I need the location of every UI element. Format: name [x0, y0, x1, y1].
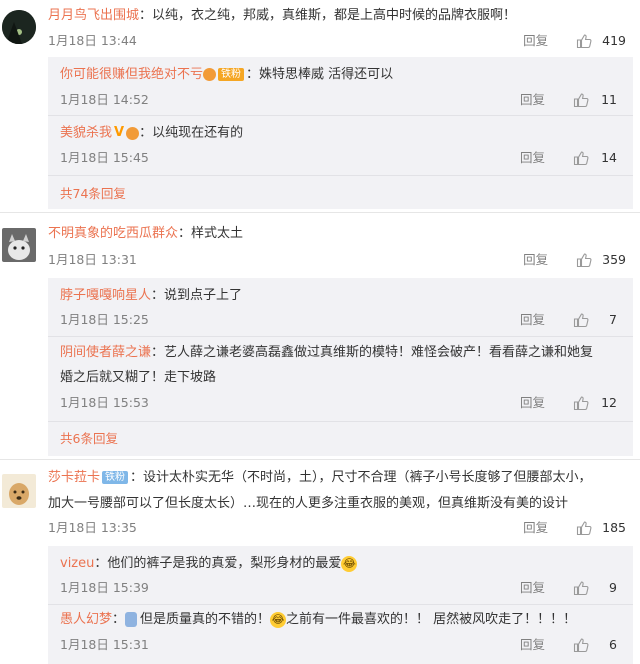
reply-username[interactable]: 愚人幻梦	[60, 612, 112, 627]
like-button[interactable]: 9	[573, 579, 617, 597]
reply-button[interactable]: 回复	[520, 311, 545, 329]
thumbs-up-icon	[573, 396, 589, 411]
comment-divider	[0, 459, 640, 460]
like-count: 6	[609, 637, 617, 652]
like-button[interactable]: 7	[573, 311, 617, 329]
reply-text-continued: 婚之后就又糊了！走下坡路	[60, 370, 217, 385]
reply-button[interactable]: 回复	[523, 519, 548, 537]
reply-username[interactable]: vizeu	[60, 556, 94, 571]
verified-v-icon: V	[114, 125, 125, 140]
comment-text: ：以纯，衣之纯，邦威，真维斯，都是上高中时候的品牌衣服啊！	[139, 8, 517, 23]
reply-time: 1月18日 14:52	[60, 92, 149, 107]
view-more-replies-link[interactable]: 共74条回复	[60, 185, 126, 203]
fan-badge: 铁粉	[218, 68, 245, 81]
like-button[interactable]: 419	[576, 32, 626, 50]
thumbs-up-icon	[573, 638, 589, 653]
reply-list: 脖子嘎嘎响星人：说到点子上了 1月18日 15:25 回复 7 阴间使者薛之谦：…	[48, 278, 633, 456]
comment-username[interactable]: 月月鸟飞出围城	[48, 8, 139, 23]
reply-time: 1月18日 15:31	[60, 637, 149, 652]
reply-button[interactable]: 回复	[520, 149, 545, 167]
reply-text: 但是质量真的不错的！	[140, 612, 271, 627]
reply-button[interactable]: 回复	[523, 32, 548, 50]
reply-username[interactable]: 脖子嘎嘎响星人	[60, 288, 151, 303]
like-button[interactable]: 6	[573, 636, 617, 654]
comment-divider	[0, 212, 640, 213]
comment-time: 1月18日 13:44	[48, 33, 137, 48]
comment-time: 1月18日 13:35	[48, 520, 137, 535]
thumbs-up-icon	[573, 151, 589, 166]
thumbs-up-icon	[573, 313, 589, 328]
reply-button[interactable]: 回复	[520, 91, 545, 109]
laughing-tears-emoji-icon: 😂	[270, 611, 287, 628]
reply-button[interactable]: 回复	[520, 394, 545, 412]
reply-time: 1月18日 15:45	[60, 150, 149, 165]
cat-avatar[interactable]	[2, 228, 36, 262]
like-count: 419	[602, 33, 626, 48]
reply-list: 你可能很赚但我绝对不亏 铁粉 ：姝特思棒威 活得还可以 1月18日 14:52 回复…	[48, 57, 633, 209]
view-more-replies-link[interactable]: 共6条回复	[60, 430, 118, 448]
like-count: 185	[602, 520, 626, 535]
reply-button[interactable]: 回复	[523, 251, 548, 269]
like-button[interactable]: 359	[576, 251, 626, 269]
like-button[interactable]: 12	[573, 394, 617, 412]
reply-divider	[48, 336, 633, 337]
like-button[interactable]: 11	[573, 91, 617, 109]
like-count: 12	[601, 395, 617, 410]
like-button[interactable]: 14	[573, 149, 617, 167]
reply-text-colon: ：	[112, 612, 126, 627]
like-count: 9	[609, 580, 617, 595]
comment-username[interactable]: 不明真象的吃西瓜群众	[48, 226, 178, 241]
reply-divider	[48, 175, 633, 176]
like-count: 14	[601, 150, 617, 165]
reply-text: ：以纯现在还有的	[139, 125, 244, 141]
comment-text-continued: 加大一号腰部可以了但长度太长）…现在的人更多注重衣服的美观，但真维斯没有美的设计	[48, 496, 569, 511]
reply-divider	[48, 421, 633, 422]
comment-text: ：样式太土	[178, 226, 244, 241]
reply-text: ：说到点子上了	[151, 288, 243, 303]
comment-text: ：设计太朴实无华（不时尚，土），尺寸不合理（裤子小号长度够了但腰部太小，	[130, 470, 592, 485]
reply-username[interactable]: 阴间使者薛之谦	[60, 345, 151, 360]
comment-username[interactable]: 莎卡菈卡	[48, 470, 100, 485]
tree-silhouette-avatar[interactable]	[2, 10, 36, 44]
reply-divider	[48, 115, 633, 116]
laughing-tears-emoji-icon: 😂	[341, 555, 358, 572]
comment-time: 1月18日 13:31	[48, 252, 137, 267]
reply-time: 1月18日 15:25	[60, 312, 149, 327]
reply-divider	[48, 604, 633, 605]
trophy-badge-icon	[125, 612, 138, 627]
like-count: 7	[609, 312, 617, 327]
like-count: 359	[602, 252, 626, 267]
reply-text-continued: 之前有一件最喜欢的！！ 居然被风吹走了！！！！	[286, 612, 577, 627]
thumbs-up-icon	[573, 581, 589, 596]
reply-button[interactable]: 回复	[520, 636, 545, 654]
thumbs-up-icon	[577, 253, 592, 268]
fan-badge: 铁粉	[102, 471, 129, 484]
reply-button[interactable]: 回复	[520, 579, 545, 597]
thumbs-up-icon	[573, 93, 589, 108]
reply-list: vizeu：他们的裤子是我的真爱，梨形身材的最爱 😂 1月18日 15:39 回复…	[48, 546, 633, 664]
reply-text: ：艺人薛之谦老婆高磊鑫做过真维斯的模特！难怪会破产！看看薛之谦和她复	[151, 345, 594, 360]
reply-username[interactable]: 你可能很赚但我绝对不亏	[60, 67, 203, 82]
reply-username[interactable]: 美貌杀我	[60, 126, 112, 141]
dog-avatar[interactable]	[2, 474, 36, 508]
like-button[interactable]: 185	[576, 519, 626, 537]
thumbs-up-icon	[577, 521, 592, 536]
like-count: 11	[601, 92, 617, 107]
thumbs-up-icon	[577, 34, 592, 49]
badge-icon	[126, 126, 140, 140]
reply-time: 1月18日 15:39	[60, 580, 149, 595]
reply-text: ：他们的裤子是我的真爱，梨形身材的最爱	[94, 556, 342, 571]
fan-icon	[203, 68, 217, 81]
reply-text: ：姝特思棒威 活得还可以	[246, 67, 394, 82]
reply-time: 1月18日 15:53	[60, 395, 149, 410]
